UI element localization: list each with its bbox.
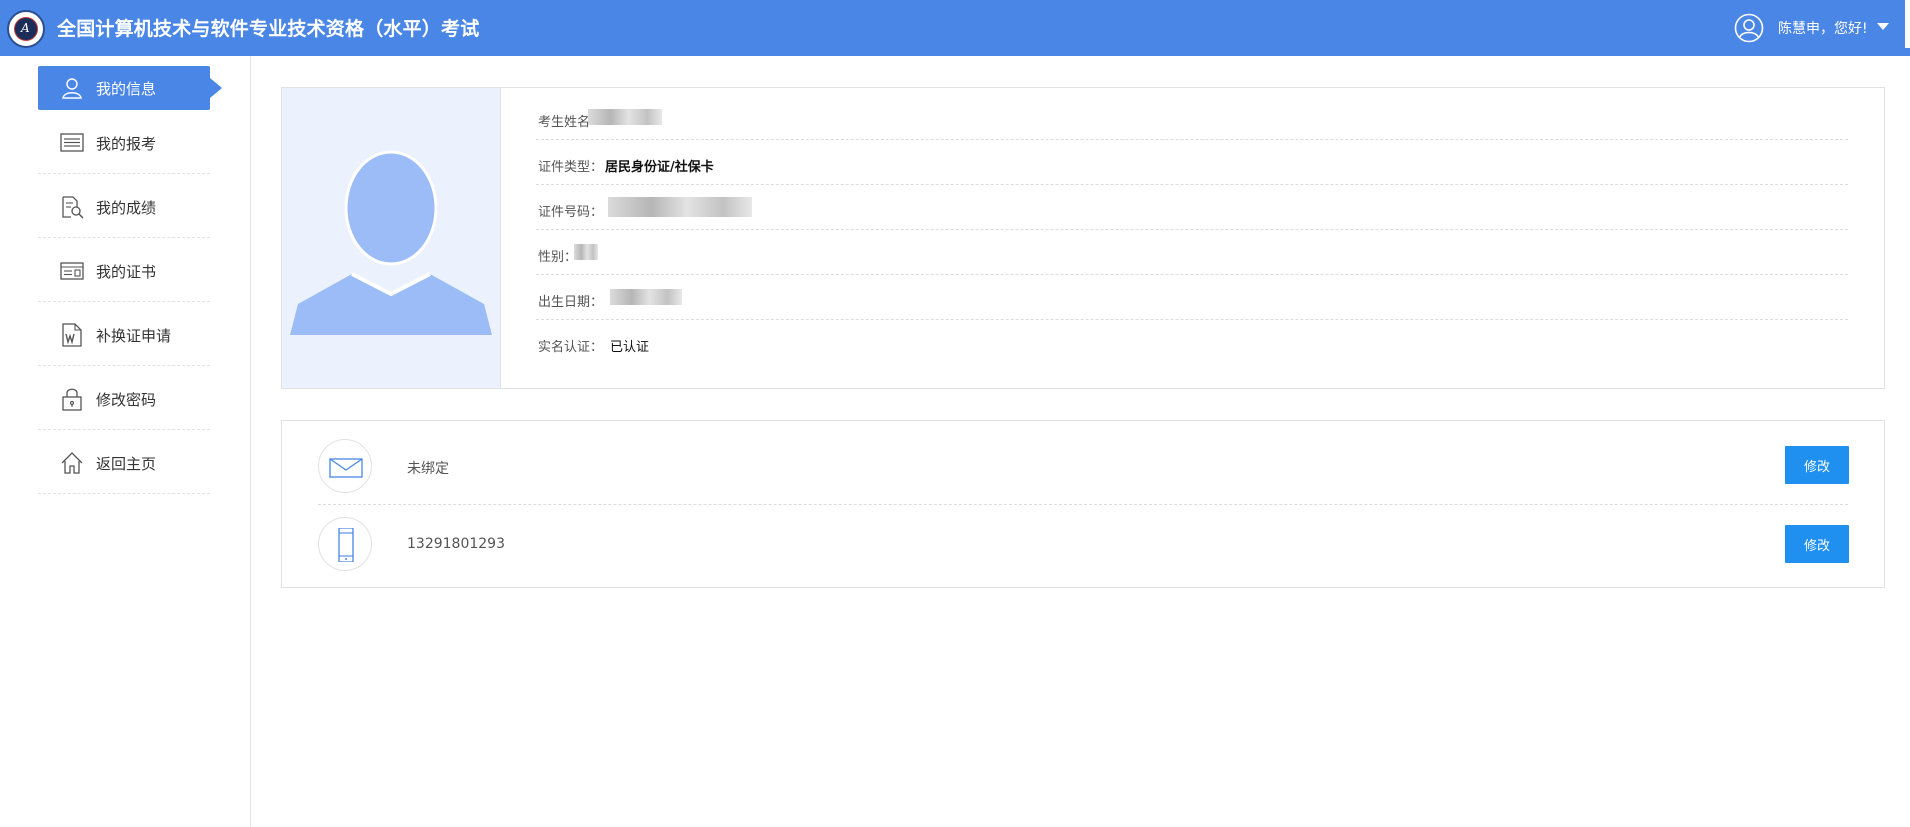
- field-id-number: 证件号码：: [536, 185, 1848, 230]
- home-icon: [61, 452, 83, 474]
- redacted-value: [608, 197, 752, 217]
- avatar-placeholder-icon: [290, 150, 492, 335]
- contact-card: 未绑定 修改 13291801293 修改: [281, 420, 1885, 588]
- envelope-icon: [329, 458, 363, 478]
- user-avatar-icon[interactable]: [1734, 13, 1764, 43]
- email-value: 未绑定: [407, 461, 449, 477]
- top-header: A 全国计算机技术与软件专业技术资格（水平）考试 陈慧申，您好!: [0, 0, 1910, 56]
- sidebar-item-my-scores[interactable]: 我的成绩: [38, 176, 210, 238]
- field-gender: 性别：: [536, 230, 1848, 275]
- field-real-name-verification: 实名认证： 已认证: [536, 320, 1848, 365]
- mobile-phone-icon: [338, 528, 354, 562]
- sidebar-item-back-home[interactable]: 返回主页: [38, 432, 210, 494]
- sidebar-item-label: 我的证书: [96, 263, 157, 281]
- field-candidate-name: 考生姓名: [536, 95, 1848, 140]
- user-icon: [62, 78, 82, 99]
- field-label: 证件号码：: [538, 205, 604, 220]
- sidebar-item-label: 我的报考: [96, 135, 157, 153]
- sidebar-item-replacement-application[interactable]: 补换证申请: [38, 304, 210, 366]
- lock-icon: [62, 388, 82, 411]
- field-label: 考生姓名: [538, 115, 591, 130]
- page-title: 全国计算机技术与软件专业技术资格（水平）考试: [57, 18, 480, 40]
- field-birth-date: 出生日期：: [536, 275, 1848, 320]
- exam-logo[interactable]: A: [7, 10, 45, 48]
- chevron-down-icon[interactable]: [1877, 23, 1889, 30]
- sidebar-item-label: 我的成绩: [96, 199, 157, 217]
- edit-phone-button[interactable]: 修改: [1785, 525, 1849, 563]
- field-id-type: 证件类型： 居民身份证/社保卡: [536, 140, 1848, 185]
- field-value: 已认证: [610, 340, 650, 355]
- profile-photo[interactable]: [282, 88, 501, 388]
- sidebar-item-change-password[interactable]: 修改密码: [38, 368, 210, 430]
- certificate-icon: [60, 262, 84, 280]
- redacted-value: [588, 109, 662, 125]
- field-value: 居民身份证/社保卡: [605, 160, 714, 175]
- sidebar-item-label: 返回主页: [96, 455, 157, 473]
- logo-letter: A: [21, 21, 30, 35]
- phone-row: 13291801293 修改: [318, 506, 1849, 586]
- list-icon: [60, 133, 84, 152]
- redacted-value: [610, 289, 682, 305]
- sidebar-item-label: 我的信息: [96, 80, 157, 98]
- email-row: 未绑定 修改: [318, 425, 1849, 505]
- edit-email-button[interactable]: 修改: [1785, 446, 1849, 484]
- report-search-icon: [62, 196, 84, 219]
- user-greeting[interactable]: 陈慧申，您好!: [1778, 18, 1868, 38]
- phone-icon-circle: [318, 517, 372, 571]
- word-document-icon: [62, 323, 82, 347]
- field-label: 性别：: [538, 250, 578, 265]
- edge-tab: [1905, 0, 1910, 48]
- sidebar-item-my-info[interactable]: 我的信息: [38, 66, 222, 110]
- sidebar-item-my-certificates[interactable]: 我的证书: [38, 240, 210, 302]
- email-icon-circle: [318, 439, 372, 493]
- logo-emblem: A: [14, 17, 38, 41]
- phone-value: 13291801293: [407, 536, 505, 552]
- field-label: 证件类型：: [538, 160, 604, 175]
- sidebar-item-label: 修改密码: [96, 391, 157, 409]
- field-label: 实名认证：: [538, 340, 604, 355]
- profile-card: 考生姓名 证件类型： 居民身份证/社保卡 证件号码： 性别： 出生日期： 实名认…: [281, 87, 1885, 389]
- sidebar-item-my-registration[interactable]: 我的报考: [38, 112, 210, 174]
- field-label: 出生日期：: [538, 295, 604, 310]
- sidebar-item-label: 补换证申请: [96, 327, 172, 345]
- redacted-value: [574, 244, 598, 260]
- sidebar: 我的信息 我的报考 我的成绩 我的证书 补换证申请 修改密码 返回主页: [0, 56, 251, 827]
